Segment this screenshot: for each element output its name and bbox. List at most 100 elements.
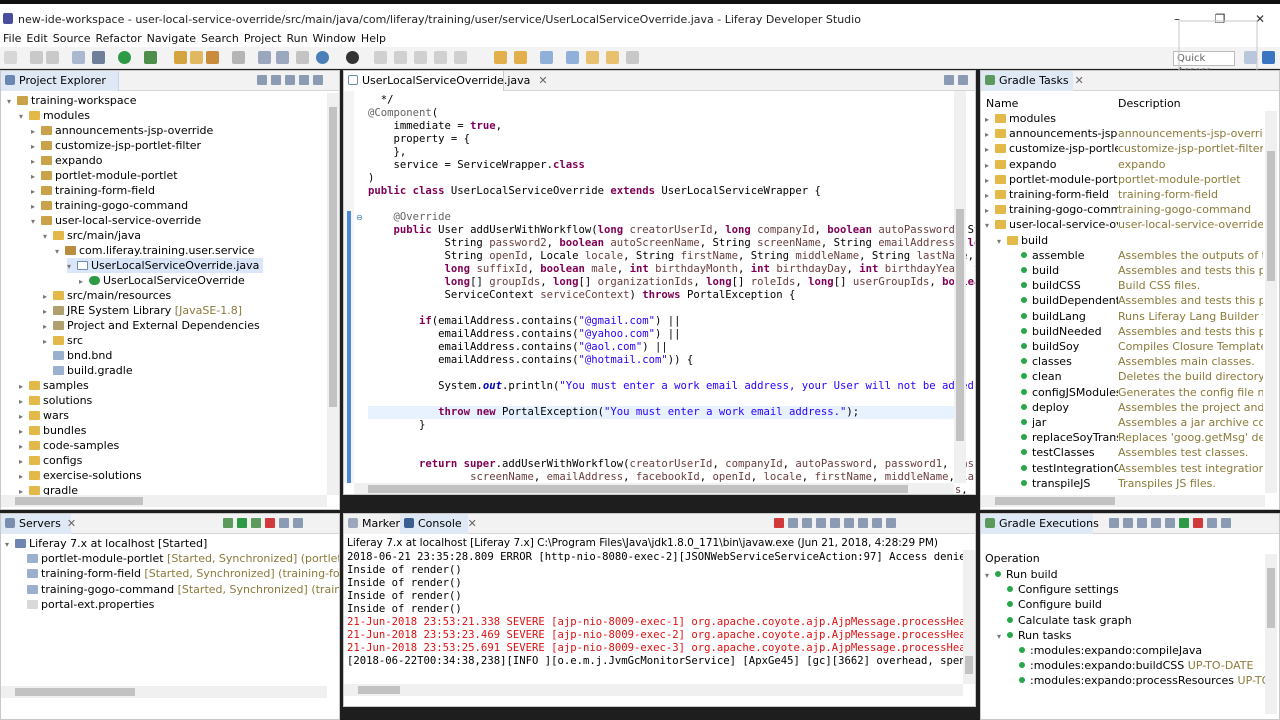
expand-arrow-icon[interactable]: ▾ xyxy=(43,229,53,244)
run-icon[interactable] xyxy=(118,51,131,64)
pin-console-icon[interactable] xyxy=(858,518,868,528)
last-edit-icon[interactable] xyxy=(626,51,639,64)
collapse-icon[interactable] xyxy=(1123,518,1133,528)
tree-item[interactable]: ▸ code-samples xyxy=(19,438,119,453)
execution-item[interactable]: ▾ Run tasks xyxy=(997,628,1071,643)
close-tab-icon[interactable]: ✕ xyxy=(538,74,547,87)
expand-arrow-icon[interactable]: ▾ xyxy=(19,109,29,124)
expand-arrow-icon[interactable]: ▸ xyxy=(19,379,29,394)
expand-arrow-icon[interactable]: ▾ xyxy=(55,244,65,259)
tree-item[interactable]: ▾ modules xyxy=(19,108,90,123)
expand-arrow-icon[interactable]: ▾ xyxy=(7,94,17,109)
execution-item[interactable]: Calculate task graph xyxy=(997,613,1132,628)
gradle-task-row[interactable]: assemble Assembles the outputs of this pr… xyxy=(985,248,1265,263)
gradle-task-row[interactable]: transpileJS Transpiles JS files. xyxy=(985,476,1265,491)
column-name-header[interactable]: Name xyxy=(986,97,1018,110)
terminal-icon[interactable] xyxy=(72,51,85,64)
remove-execution-icon[interactable] xyxy=(1207,518,1217,528)
step-icon[interactable] xyxy=(394,51,407,64)
tree-item[interactable]: ▸ bundles xyxy=(19,423,86,438)
expand-arrow-icon[interactable]: ▸ xyxy=(19,394,29,409)
expand-arrow-icon[interactable]: ▸ xyxy=(985,127,995,142)
cancel-icon[interactable] xyxy=(1193,518,1203,528)
expand-arrow-icon[interactable]: ▸ xyxy=(19,439,29,454)
expand-arrow-icon[interactable]: ▸ xyxy=(985,158,995,173)
gradle-task-row[interactable]: ▸ portlet-module-portletportlet-module-po… xyxy=(985,172,1265,187)
servers-hscroll[interactable] xyxy=(1,686,327,698)
close-console-icon[interactable]: ✕ xyxy=(468,517,477,530)
tab-editor-file[interactable]: UserLocalServiceOverride.java ✕ xyxy=(344,71,548,91)
editor-hscroll[interactable] xyxy=(354,483,954,494)
gradle-task-row[interactable]: ▾ user-local-service-overriuser-local-ser… xyxy=(985,217,1265,232)
terminate-icon[interactable] xyxy=(774,518,784,528)
expand-arrow-icon[interactable]: ▸ xyxy=(19,469,29,484)
expand-arrow-icon[interactable]: ▾ xyxy=(997,234,1007,249)
expand-arrow-icon[interactable]: ▸ xyxy=(19,454,29,469)
execution-item[interactable]: :modules:expando:processResources UP-TO-… xyxy=(1009,673,1265,688)
globe-icon[interactable] xyxy=(316,51,329,64)
remove-all-icon[interactable] xyxy=(802,518,812,528)
gradle-task-row[interactable]: ▸ customize-jsp-portlet-filcustomize-jsp-… xyxy=(985,141,1265,156)
start-server-icon[interactable] xyxy=(237,518,247,528)
expand-all-icon[interactable] xyxy=(1109,518,1119,528)
tree-item[interactable]: ▾ com.liferay.training.user.service xyxy=(55,243,254,258)
gradle-task-row[interactable]: buildSoy Compiles Closure Templates into xyxy=(985,339,1265,354)
gradle-executions-vscroll[interactable] xyxy=(1265,554,1277,714)
expand-arrow-icon[interactable]: ▸ xyxy=(985,203,995,218)
new-project-icon[interactable] xyxy=(174,51,187,64)
gradle-task-row[interactable]: replaceSoyTranslatiReplaces 'goog.getMsg… xyxy=(985,430,1265,445)
tree-item[interactable]: build.gradle xyxy=(43,363,133,378)
show-console-icon[interactable] xyxy=(1151,518,1161,528)
tree-item[interactable]: ▸ announcements-jsp-override xyxy=(31,123,213,138)
expand-arrow-icon[interactable]: ▸ xyxy=(43,319,53,334)
console-vscroll[interactable] xyxy=(963,550,975,684)
servers-view-menu-icon[interactable] xyxy=(293,518,303,528)
minimize-panel-icon[interactable] xyxy=(299,75,309,85)
tree-item[interactable]: ▸ gradle xyxy=(19,483,78,495)
pin-icon[interactable] xyxy=(296,51,309,64)
publish-icon[interactable] xyxy=(279,518,289,528)
task-icon[interactable] xyxy=(494,51,507,64)
maximize-panel-icon[interactable] xyxy=(313,75,323,85)
menu-edit[interactable]: Edit xyxy=(23,30,47,47)
expand-arrow-icon[interactable]: ▸ xyxy=(19,484,29,495)
execution-item[interactable]: Configure build xyxy=(997,597,1102,612)
bookmark-icon[interactable] xyxy=(514,51,527,64)
close-servers-icon[interactable]: ✕ xyxy=(67,517,76,530)
gradle-task-row[interactable]: ▸ training-form-field training-form-field xyxy=(985,187,1265,202)
tree-item[interactable]: ▾ user-local-service-override xyxy=(31,213,201,228)
gradle-task-row[interactable]: buildNeeded Assembles and tests this proj… xyxy=(985,324,1265,339)
gradle-task-row[interactable]: testClasses Assembles test classes. xyxy=(985,445,1265,460)
expand-arrow-icon[interactable]: ▾ xyxy=(31,214,41,229)
tree-item[interactable]: ▸ configs xyxy=(19,453,82,468)
tree-item[interactable]: ▸ src/main/resources xyxy=(43,288,171,303)
expand-arrow-icon[interactable]: ▸ xyxy=(31,124,41,139)
expand-arrow-icon[interactable]: ▸ xyxy=(31,199,41,214)
server-item[interactable]: training-form-field [Started, Synchroniz… xyxy=(27,566,339,581)
expand-arrow-icon[interactable]: ▾ xyxy=(985,218,995,233)
gradle-task-row[interactable]: classes Assembles main classes. xyxy=(985,354,1265,369)
expand-arrow-icon[interactable]: ▸ xyxy=(31,154,41,169)
tree-item[interactable]: ▸ wars xyxy=(19,408,69,423)
view-menu-icon[interactable] xyxy=(285,75,295,85)
word-wrap-icon[interactable] xyxy=(844,518,854,528)
gradle-task-row[interactable]: clean Deletes the build directory. xyxy=(985,369,1265,384)
open-type-icon[interactable] xyxy=(206,51,219,64)
search-icon[interactable] xyxy=(232,51,245,64)
tab-gradle-executions[interactable]: Gradle Executions xyxy=(981,514,1099,534)
step-over-icon[interactable] xyxy=(434,51,447,64)
expand-arrow-icon[interactable]: ▸ xyxy=(985,142,995,157)
server-item[interactable]: portlet-module-portlet [Started, Synchro… xyxy=(27,551,339,566)
tree-item[interactable]: ▾ training-workspace xyxy=(7,93,136,108)
expand-arrow-icon[interactable]: ▸ xyxy=(19,424,29,439)
tab-project-explorer[interactable]: Project Explorer xyxy=(1,71,119,91)
project-explorer-hscroll[interactable] xyxy=(1,495,327,507)
tree-item[interactable]: ▸ src xyxy=(43,333,83,348)
server-item[interactable]: portal-ext.properties xyxy=(27,597,154,612)
debug-icon[interactable] xyxy=(92,51,105,64)
expand-arrow-icon[interactable]: ▸ xyxy=(985,188,995,203)
console-output[interactable]: 2018-06-21 23:35:28.809 ERROR [http-nio-… xyxy=(347,551,975,668)
open-folder-icon[interactable] xyxy=(190,51,203,64)
code-block[interactable]: */ @Component( immediate = true, propert… xyxy=(368,94,975,494)
execution-item[interactable]: Configure settings xyxy=(997,582,1119,597)
